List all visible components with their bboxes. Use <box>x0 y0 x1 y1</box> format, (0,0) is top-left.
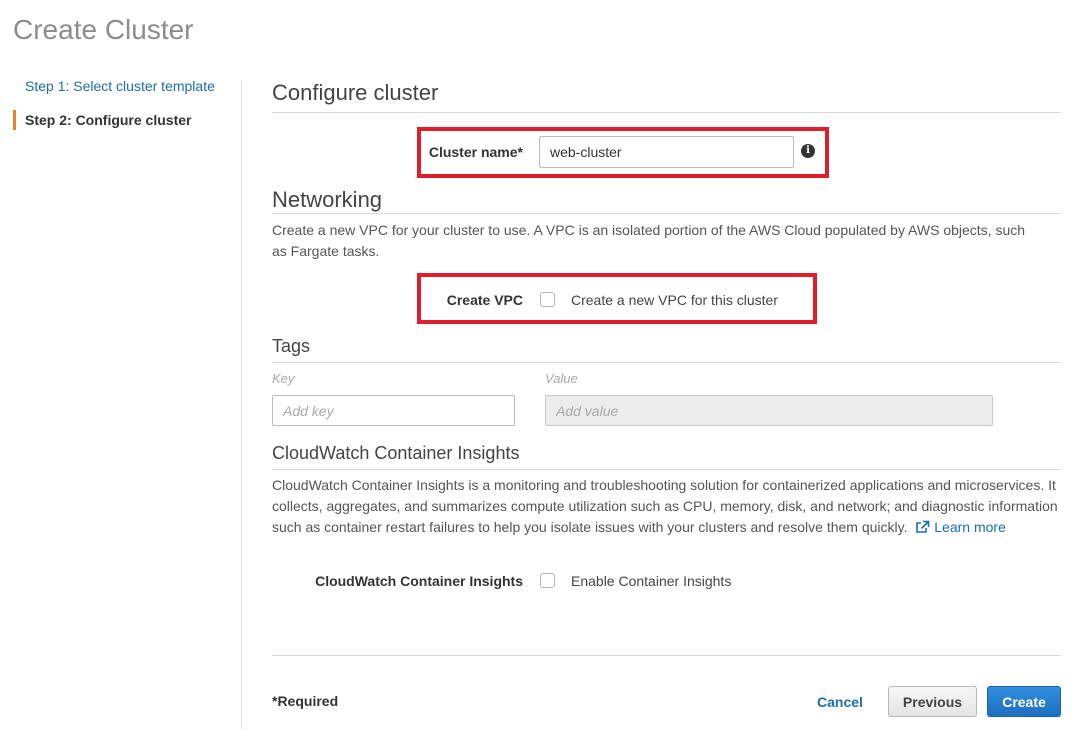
configure-divider <box>272 112 1061 113</box>
cancel-button[interactable]: Cancel <box>808 686 872 717</box>
tags-divider <box>272 362 1061 363</box>
info-circle-icon[interactable]: i <box>801 144 815 158</box>
learn-more-link[interactable]: Learn more <box>934 519 1006 535</box>
enable-container-insights-label[interactable]: Enable Container Insights <box>571 573 731 589</box>
networking-divider <box>272 213 1061 214</box>
tags-key-column-label: Key <box>272 371 295 386</box>
create-vpc-checkbox[interactable] <box>540 292 555 307</box>
tags-value-column-label: Value <box>545 371 578 386</box>
external-link-icon[interactable] <box>915 519 930 540</box>
cluster-name-label: Cluster name* <box>428 144 523 160</box>
page-title: Create Cluster <box>13 14 194 45</box>
required-note: *Required <box>272 693 339 709</box>
wizard-steps: Step 1: Select cluster template Step 2: … <box>13 76 243 144</box>
vertical-divider <box>241 80 242 729</box>
previous-button[interactable]: Previous <box>888 686 977 717</box>
container-insights-heading: CloudWatch Container Insights <box>272 443 520 463</box>
step-1-link[interactable]: Step 1: Select cluster template <box>13 76 243 96</box>
container-insights-description: CloudWatch Container Insights is a monit… <box>272 475 1058 540</box>
enable-container-insights-checkbox[interactable] <box>540 573 555 588</box>
tags-heading: Tags <box>272 336 311 356</box>
create-vpc-checkbox-label[interactable]: Create a new VPC for this cluster <box>571 292 778 308</box>
configure-cluster-heading: Configure cluster <box>272 80 439 105</box>
cluster-name-input[interactable] <box>539 136 794 168</box>
tag-key-input[interactable] <box>272 395 515 426</box>
networking-description: Create a new VPC for your cluster to use… <box>272 222 1026 259</box>
insights-divider <box>272 469 1061 470</box>
networking-heading: Networking <box>272 187 383 212</box>
create-vpc-label: Create VPC <box>446 292 523 308</box>
footer-divider <box>272 655 1061 656</box>
create-button[interactable]: Create <box>987 686 1061 717</box>
tag-value-input <box>545 395 993 426</box>
container-insights-label: CloudWatch Container Insights <box>315 573 523 589</box>
step-2-current: Step 2: Configure cluster <box>13 110 243 130</box>
